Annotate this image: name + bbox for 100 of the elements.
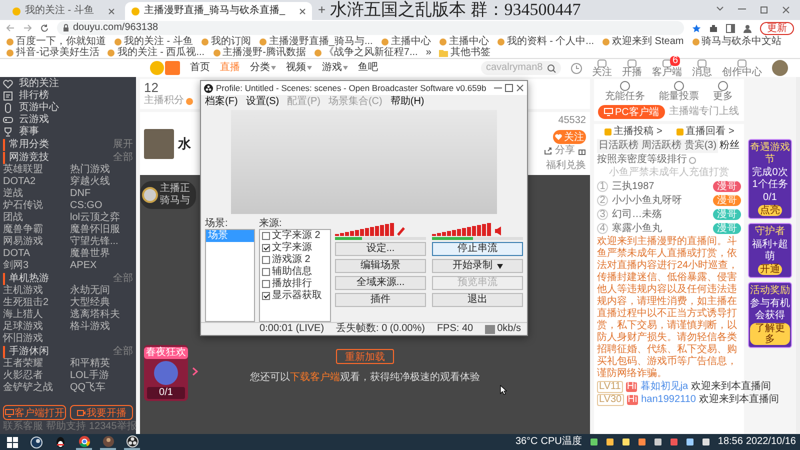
restore-icon[interactable] <box>760 6 768 14</box>
category-link[interactable]: 海上猎人 <box>3 309 66 321</box>
panel-link[interactable]: 主播投稿 > <box>604 126 662 138</box>
category-link[interactable]: 穿越火线 <box>70 176 133 188</box>
obs-button[interactable]: 插件 <box>335 293 426 307</box>
checkbox[interactable] <box>262 292 270 300</box>
close-icon[interactable] <box>782 6 790 14</box>
update-button[interactable]: 更新 <box>760 22 794 34</box>
browser-tab[interactable]: 我的关注 - 斗鱼 <box>6 2 121 20</box>
sidebar-button[interactable]: 客户端打开 <box>3 405 66 420</box>
avatar[interactable] <box>772 60 788 76</box>
bookmark-item[interactable]: 主播漫野-腾讯数据 <box>212 47 306 58</box>
category-link[interactable]: 永劫无间 <box>70 285 133 297</box>
category-link[interactable]: 魔兽世界 <box>70 248 133 260</box>
menu-item[interactable]: 帮助(H) <box>390 96 424 108</box>
category-link[interactable]: LOL手游 <box>70 370 133 382</box>
nav-link[interactable]: 首页 <box>190 62 210 74</box>
section-link[interactable]: 全部 <box>113 346 133 358</box>
sidebar-item[interactable]: 排行榜 <box>3 90 133 102</box>
section-link[interactable]: 全部 <box>113 152 133 164</box>
close-icon[interactable] <box>299 8 306 14</box>
category-link[interactable]: 网易游戏 <box>3 236 66 248</box>
category-link[interactable]: 魔兽争霸 <box>3 224 66 236</box>
panel-link[interactable]: 直播回看 > <box>676 126 734 138</box>
obs-button[interactable]: 设定... <box>335 242 426 256</box>
pc-client-button[interactable]: PC客户端 <box>598 105 665 119</box>
bookmark-item[interactable]: 主播中心 <box>380 36 431 47</box>
category-link[interactable]: 格斗游戏 <box>70 321 133 333</box>
new-tab-button[interactable]: + <box>318 3 326 17</box>
obs-button[interactable]: 停止串流 <box>432 242 523 256</box>
share-icon[interactable] <box>544 147 552 155</box>
menu-item[interactable]: 设置(S) <box>246 96 280 108</box>
scene-item[interactable]: 场景 <box>206 230 254 242</box>
panel-tab[interactable]: 贵宾(3) <box>682 139 718 153</box>
category-link[interactable]: 和平精英 <box>70 358 133 370</box>
promo-button[interactable]: 开通 <box>758 264 782 275</box>
minimize-icon[interactable] <box>494 85 502 91</box>
bookmark-folder[interactable]: 其他书签 <box>439 47 490 58</box>
nav-link[interactable]: 游戏 <box>322 62 348 74</box>
chevron-down-icon[interactable] <box>716 6 724 12</box>
checkbox[interactable] <box>262 244 270 252</box>
panel-tab[interactable]: 周活跃榜 <box>640 139 683 153</box>
bookmark-item[interactable]: 《战争之风新征程7... <box>314 47 418 58</box>
category-link[interactable]: 火影忍者 <box>3 370 66 382</box>
sidebar-item[interactable]: 云游戏 <box>3 114 133 126</box>
obs-button[interactable]: 退出 <box>432 293 523 307</box>
clock-icon[interactable] <box>571 62 582 74</box>
nav-link[interactable]: 鱼吧 <box>358 62 378 74</box>
close-icon[interactable] <box>516 84 524 92</box>
category-link[interactable]: 生死狙击2 <box>3 297 66 309</box>
checkbox[interactable] <box>262 232 270 240</box>
bookmark-item[interactable]: 百度一下，你就知道 <box>6 36 106 47</box>
obs-button[interactable]: 开始录制 <box>432 259 523 273</box>
promo-button[interactable]: 了解更多 <box>750 323 790 345</box>
maximize-icon[interactable] <box>505 84 513 92</box>
bookmark-item[interactable]: 我的资料 - 个人中... <box>496 36 594 47</box>
bookmark-item[interactable]: 我的订阅 <box>200 36 251 47</box>
more-bookmarks-button[interactable]: » <box>426 47 432 58</box>
category-link[interactable]: 足球游戏 <box>3 321 66 333</box>
star-icon[interactable] <box>692 24 701 32</box>
checkbox[interactable] <box>262 256 270 264</box>
category-link[interactable]: 王者荣耀 <box>3 358 66 370</box>
tool-link[interactable]: 更多 <box>713 81 733 103</box>
sidebar-item[interactable]: 赛事 <box>3 126 133 138</box>
bookmark-item[interactable]: 主播漫野直播_骑马与... <box>258 36 373 47</box>
category-link[interactable]: 守望先锋... <box>70 236 133 248</box>
microphone-icon[interactable] <box>397 226 406 236</box>
obs-button[interactable]: 全域来源... <box>335 276 426 290</box>
category-link[interactable]: 逆战 <box>3 188 66 200</box>
taskbar-app[interactable] <box>124 434 140 450</box>
category-link[interactable]: 英雄联盟 <box>3 164 66 176</box>
header-link[interactable]: 关注 <box>592 58 612 78</box>
user-name[interactable]: 暮如初见ja <box>640 381 688 393</box>
profile-icon[interactable] <box>743 24 752 32</box>
reload-icon[interactable] <box>40 24 49 32</box>
sidebar-icon[interactable] <box>726 24 735 32</box>
user-name[interactable]: han1992110 <box>641 394 696 406</box>
taskbar-app[interactable] <box>100 434 116 450</box>
category-link[interactable]: APEX <box>70 260 133 272</box>
panel-tab[interactable]: 粉丝 <box>718 139 741 153</box>
download-link[interactable]: 下载客户端 <box>290 372 340 383</box>
category-link[interactable]: DNF <box>70 188 133 200</box>
category-link[interactable]: 剑网3 <box>3 260 66 272</box>
panel-tab[interactable]: 日活跃榜 <box>597 139 640 153</box>
header-link[interactable]: 客户端 6 <box>652 58 682 78</box>
sidebar-item[interactable]: 我的关注 <box>3 78 133 90</box>
sidebar-button[interactable]: 我要开播 <box>70 405 133 420</box>
bookmark-item[interactable]: 我的关注 - 西瓜视... <box>107 47 205 58</box>
section-link[interactable]: 全部 <box>113 272 133 284</box>
category-link[interactable]: QQ飞车 <box>70 382 133 394</box>
checkbox[interactable] <box>262 268 270 276</box>
category-link[interactable]: CS:GO <box>70 200 133 212</box>
bookmark-item[interactable]: 欢迎来到 Steam <box>602 36 684 47</box>
category-link[interactable]: 金铲铲之战 <box>3 382 66 394</box>
browser-tab[interactable]: 主播漫野直播_骑马与砍杀直播_ <box>124 2 312 20</box>
category-link[interactable]: 大型经典 <box>70 297 133 309</box>
reload-button[interactable]: 重新加载 <box>336 349 394 364</box>
bookmark-item[interactable]: 抖音-记录美好生活 <box>6 47 100 58</box>
section-link[interactable]: 展开 <box>113 138 133 150</box>
category-link[interactable]: 主机游戏 <box>3 285 66 297</box>
